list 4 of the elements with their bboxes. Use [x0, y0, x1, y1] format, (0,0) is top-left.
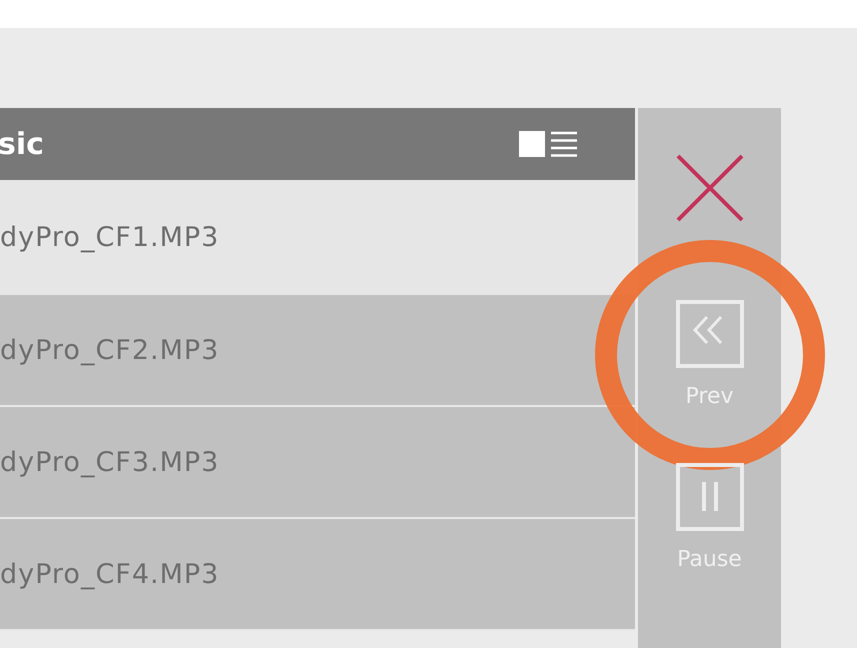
track-row[interactable]: dyPro_CF2.MP3 [0, 295, 635, 407]
track-row[interactable]: dyPro_CF4.MP3 [0, 519, 635, 631]
track-row[interactable]: dyPro_CF3.MP3 [0, 407, 635, 519]
track-row[interactable]: dyPro_CF1.MP3 [0, 180, 635, 295]
